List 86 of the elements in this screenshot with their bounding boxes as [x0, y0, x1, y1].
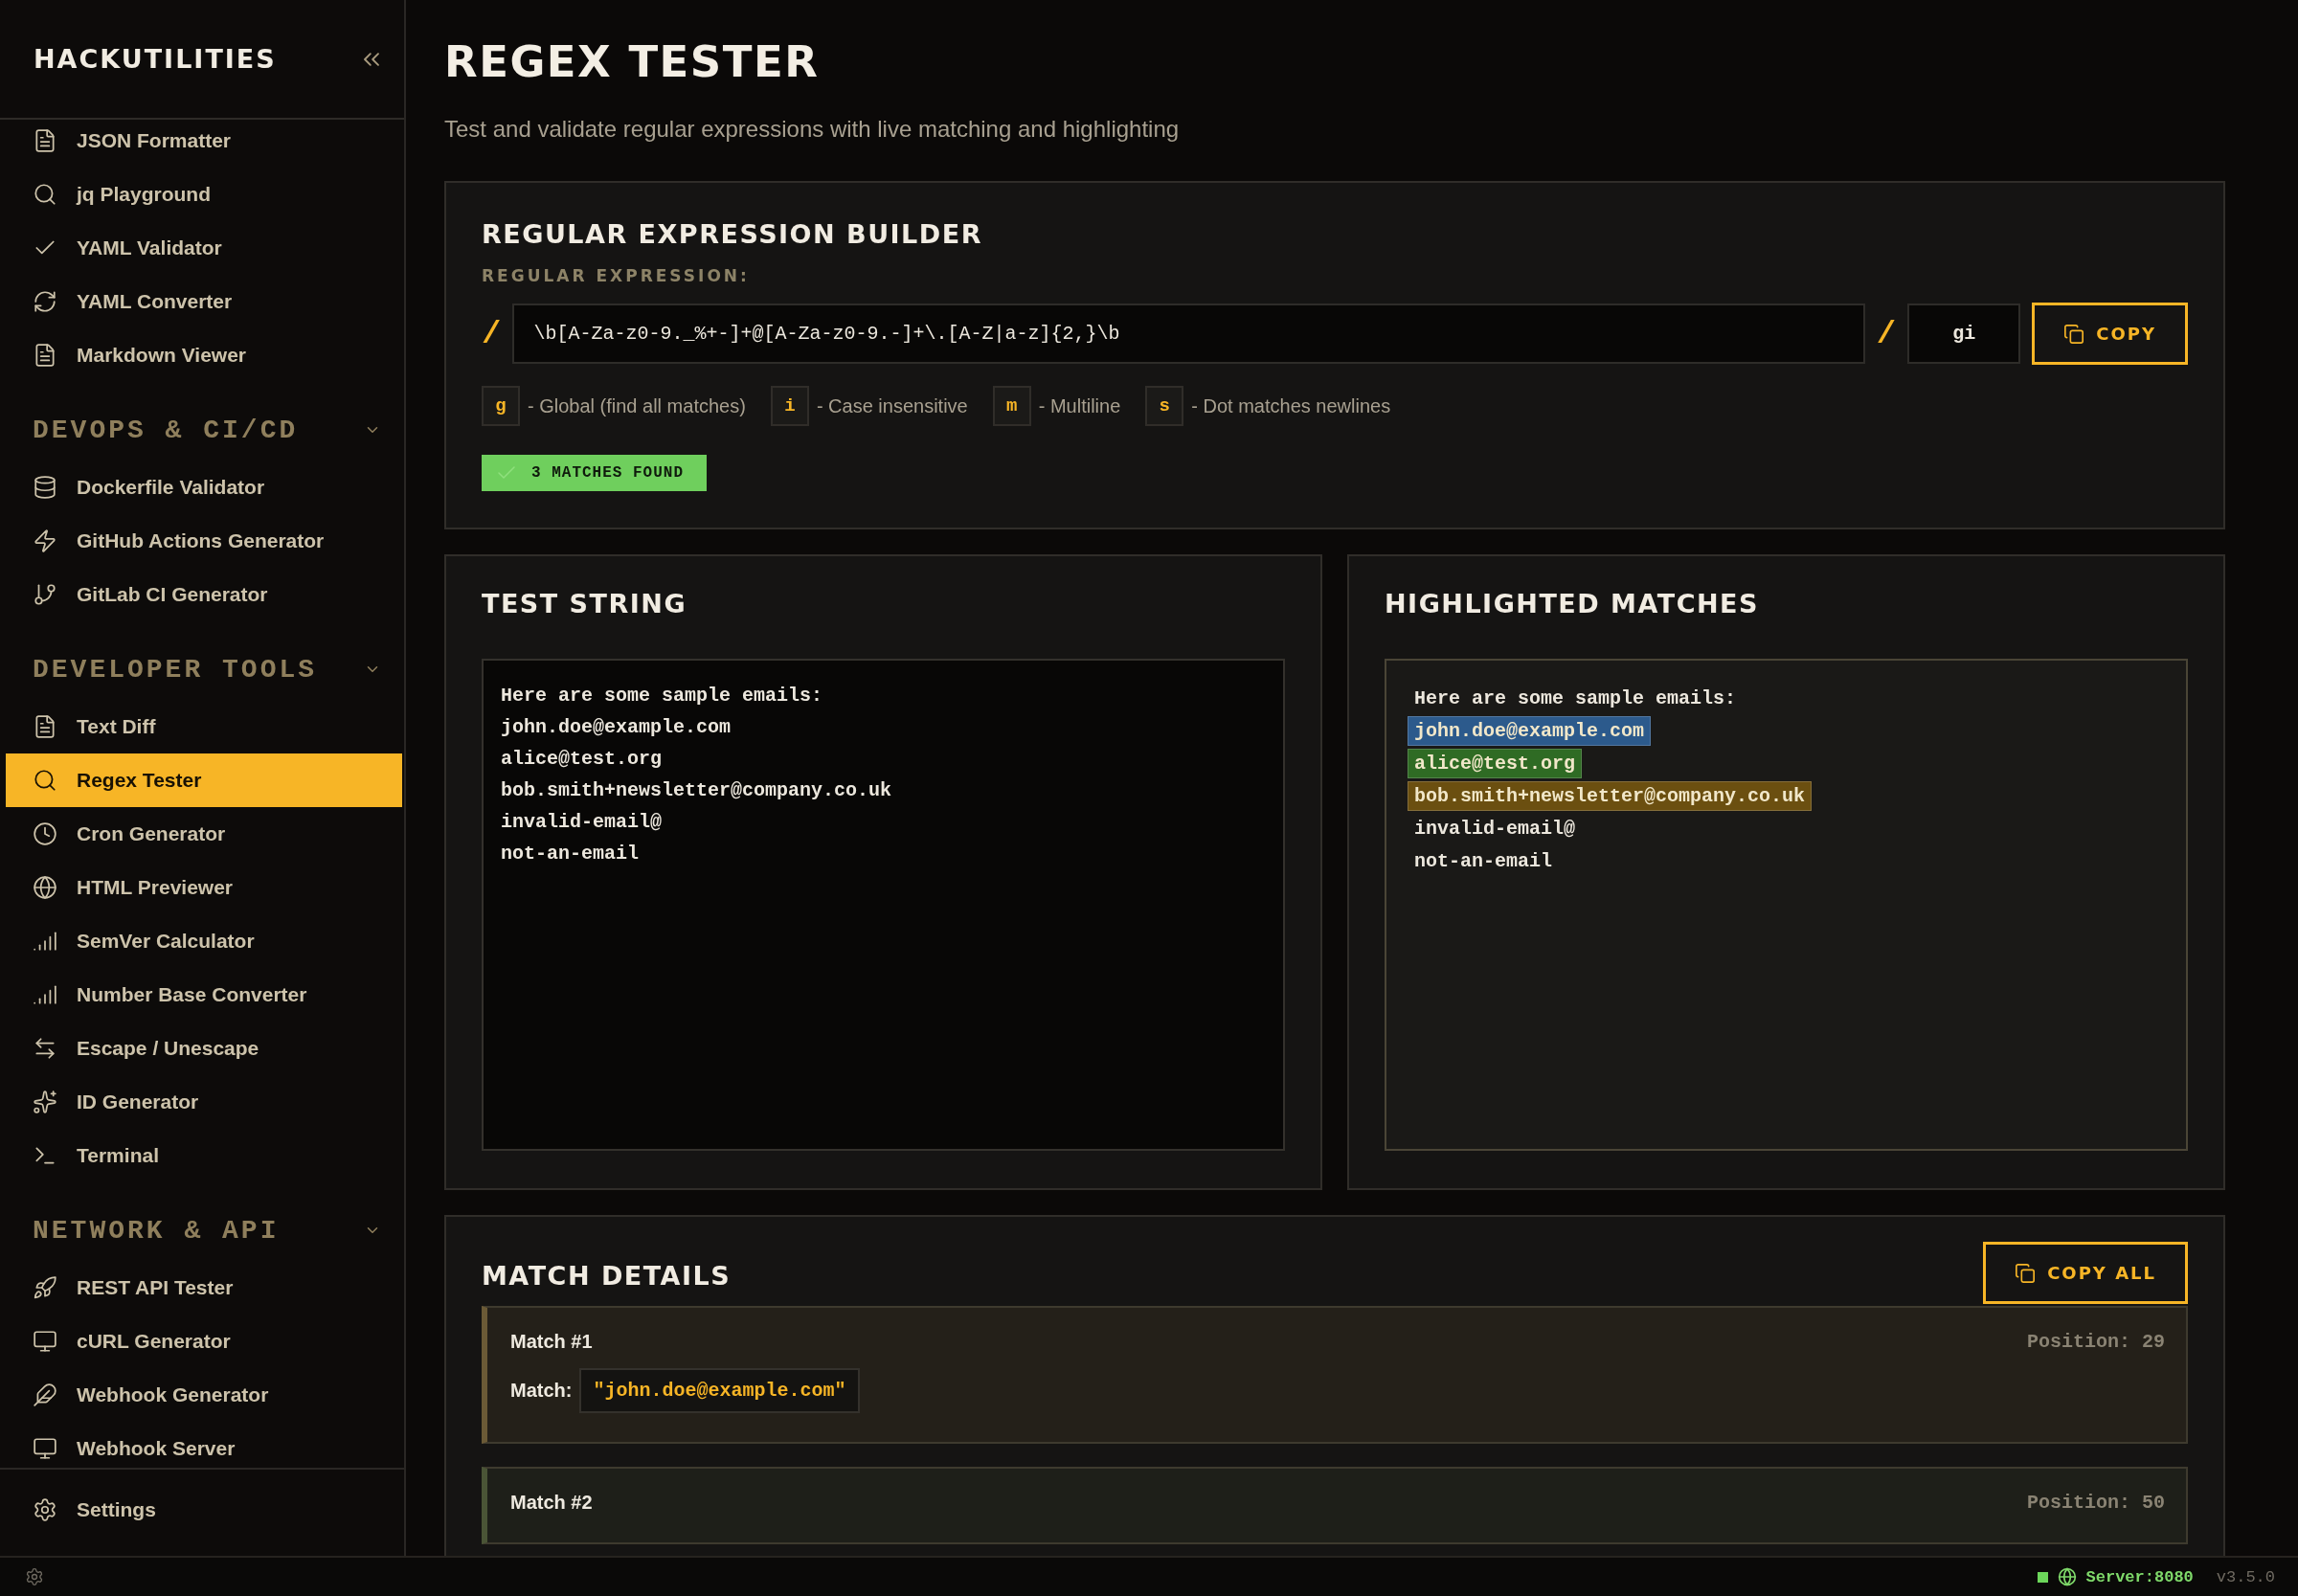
sidebar-item[interactable]: YAML Validator — [6, 221, 402, 275]
rocket-icon — [33, 1275, 57, 1300]
sidebar-item[interactable]: Escape / Unescape — [6, 1022, 402, 1075]
text-line: Here are some sample emails: — [1413, 686, 1738, 711]
copy-button[interactable]: COPY — [2032, 303, 2188, 365]
match-count-badge: 3 MATCHES FOUND — [482, 455, 708, 491]
card-title: HIGHLIGHTED MATCHES — [1385, 589, 1760, 618]
document-icon — [33, 714, 57, 739]
search-icon — [33, 182, 57, 207]
flag-description: - Global (find all matches) — [528, 394, 746, 417]
branch-icon — [33, 582, 57, 607]
text-line: invalid-email@ — [1413, 817, 1577, 842]
regex-input-field[interactable]: \b[A-Za-z0-9._%+-]+@[A-Za-z0-9.-]+\.[A-Z|a-z]{2,}\b — [512, 303, 1865, 364]
sidebar-item[interactable]: jq Playground — [6, 168, 402, 221]
sidebar-item[interactable]: Markdown Viewer — [6, 328, 402, 382]
page-subtitle: Test and validate regular expressions with live matching and highlighting — [444, 116, 1181, 143]
version-label: v3.5.0 — [2216, 1567, 2275, 1586]
database-icon — [33, 475, 57, 500]
sidebar-item[interactable]: Regex Tester — [6, 753, 402, 807]
match-position: Position: 50 — [2026, 1492, 2165, 1514]
sidebar-item[interactable]: cURL Generator — [6, 1315, 402, 1368]
match-highlight: alice@test.org — [1408, 749, 1583, 778]
flag-description: - Case insensitive — [816, 394, 968, 417]
globe-icon — [2057, 1567, 2077, 1586]
test-string-field[interactable]: Here are some sample emails: john.doe@example.com alice@test.org bob.smith+newsletter@company.co.uk invalid-email@ not-an-email — [482, 659, 1285, 1151]
page-title: REGEX TESTER — [444, 36, 821, 87]
settings-icon[interactable] — [25, 1567, 44, 1586]
flag-description: - Dot matches newlines — [1191, 394, 1391, 417]
match-label: Match: — [510, 1380, 573, 1402]
monitor-icon — [33, 1436, 57, 1461]
copy-all-button[interactable]: COPY ALL — [1983, 1242, 2188, 1304]
flag-description: - Multiline — [1038, 394, 1121, 417]
server-status: Server:8080 — [2085, 1567, 2194, 1586]
match-highlight: bob.smith+newsletter@company.co.uk — [1408, 781, 1813, 811]
section-header[interactable]: NETWORK & API — [33, 1215, 280, 1246]
match-position: Position: 29 — [2026, 1331, 2165, 1353]
match-highlight: john.doe@example.com — [1408, 716, 1652, 746]
slash-delimiter: / — [1876, 315, 1897, 352]
flag-key: s — [1145, 386, 1184, 426]
sidebar-item[interactable]: GitLab CI Generator — [6, 568, 402, 621]
match-title: Match #2 — [510, 1492, 593, 1514]
settings-item[interactable]: Settings — [6, 1483, 402, 1537]
flag-key: i — [770, 386, 809, 426]
sidebar-item[interactable]: Text Diff — [6, 700, 402, 753]
clock-icon — [33, 821, 57, 846]
sidebar-item[interactable]: Dockerfile Validator — [6, 461, 402, 514]
status-indicator — [2037, 1571, 2048, 1583]
sidebar-item[interactable]: GitHub Actions Generator — [6, 514, 402, 568]
sidebar-item[interactable]: Number Base Converter — [6, 968, 402, 1022]
settings-icon — [33, 1497, 57, 1522]
sidebar-item[interactable]: Webhook Server — [6, 1422, 402, 1468]
sidebar-item[interactable]: YAML Converter — [6, 275, 402, 328]
sidebar-item[interactable]: Webhook Generator — [6, 1368, 402, 1422]
card-title: REGULAR EXPRESSION BUILDER — [482, 219, 983, 249]
lightning-icon — [33, 528, 57, 553]
copy-icon — [2063, 323, 2085, 345]
sidebar-item[interactable]: Cron Generator — [6, 807, 402, 861]
sidebar-item[interactable]: HTML Previewer — [6, 861, 402, 914]
brand-title: HACKUTILITIES — [34, 44, 277, 74]
card-title: TEST STRING — [482, 589, 688, 618]
sidebar-item[interactable]: SemVer Calculator — [6, 914, 402, 968]
sidebar-item[interactable]: REST API Tester — [6, 1261, 402, 1315]
match-title: Match #1 — [510, 1331, 593, 1353]
flags-input-field[interactable]: gi — [1907, 303, 2021, 364]
arrows-icon — [33, 1036, 57, 1061]
text-line: not-an-email — [1413, 849, 1554, 874]
sparkle-icon — [33, 1090, 57, 1114]
copy-icon — [2015, 1262, 2037, 1284]
flag-key: g — [482, 386, 520, 426]
sidebar-item[interactable]: ID Generator — [6, 1075, 402, 1129]
slash-delimiter: / — [482, 315, 502, 352]
document-icon — [33, 128, 57, 153]
feather-icon — [33, 1382, 57, 1407]
sidebar-item[interactable]: Terminal — [6, 1129, 402, 1182]
match-value: "john.doe@example.com" — [579, 1368, 860, 1413]
search-icon — [33, 768, 57, 793]
flag-key: m — [992, 386, 1031, 426]
field-label: REGULAR EXPRESSION: — [482, 266, 751, 285]
section-header[interactable]: DEVELOPER TOOLS — [33, 654, 318, 685]
card-title: MATCH DETAILS — [482, 1261, 732, 1291]
document-icon — [33, 343, 57, 368]
section-header[interactable]: DEVOPS & CI/CD — [33, 415, 299, 445]
refresh-icon — [33, 289, 57, 314]
monitor-icon — [33, 1329, 57, 1354]
globe-icon — [33, 875, 57, 900]
sidebar-item[interactable]: JSON Formatter — [6, 114, 402, 168]
